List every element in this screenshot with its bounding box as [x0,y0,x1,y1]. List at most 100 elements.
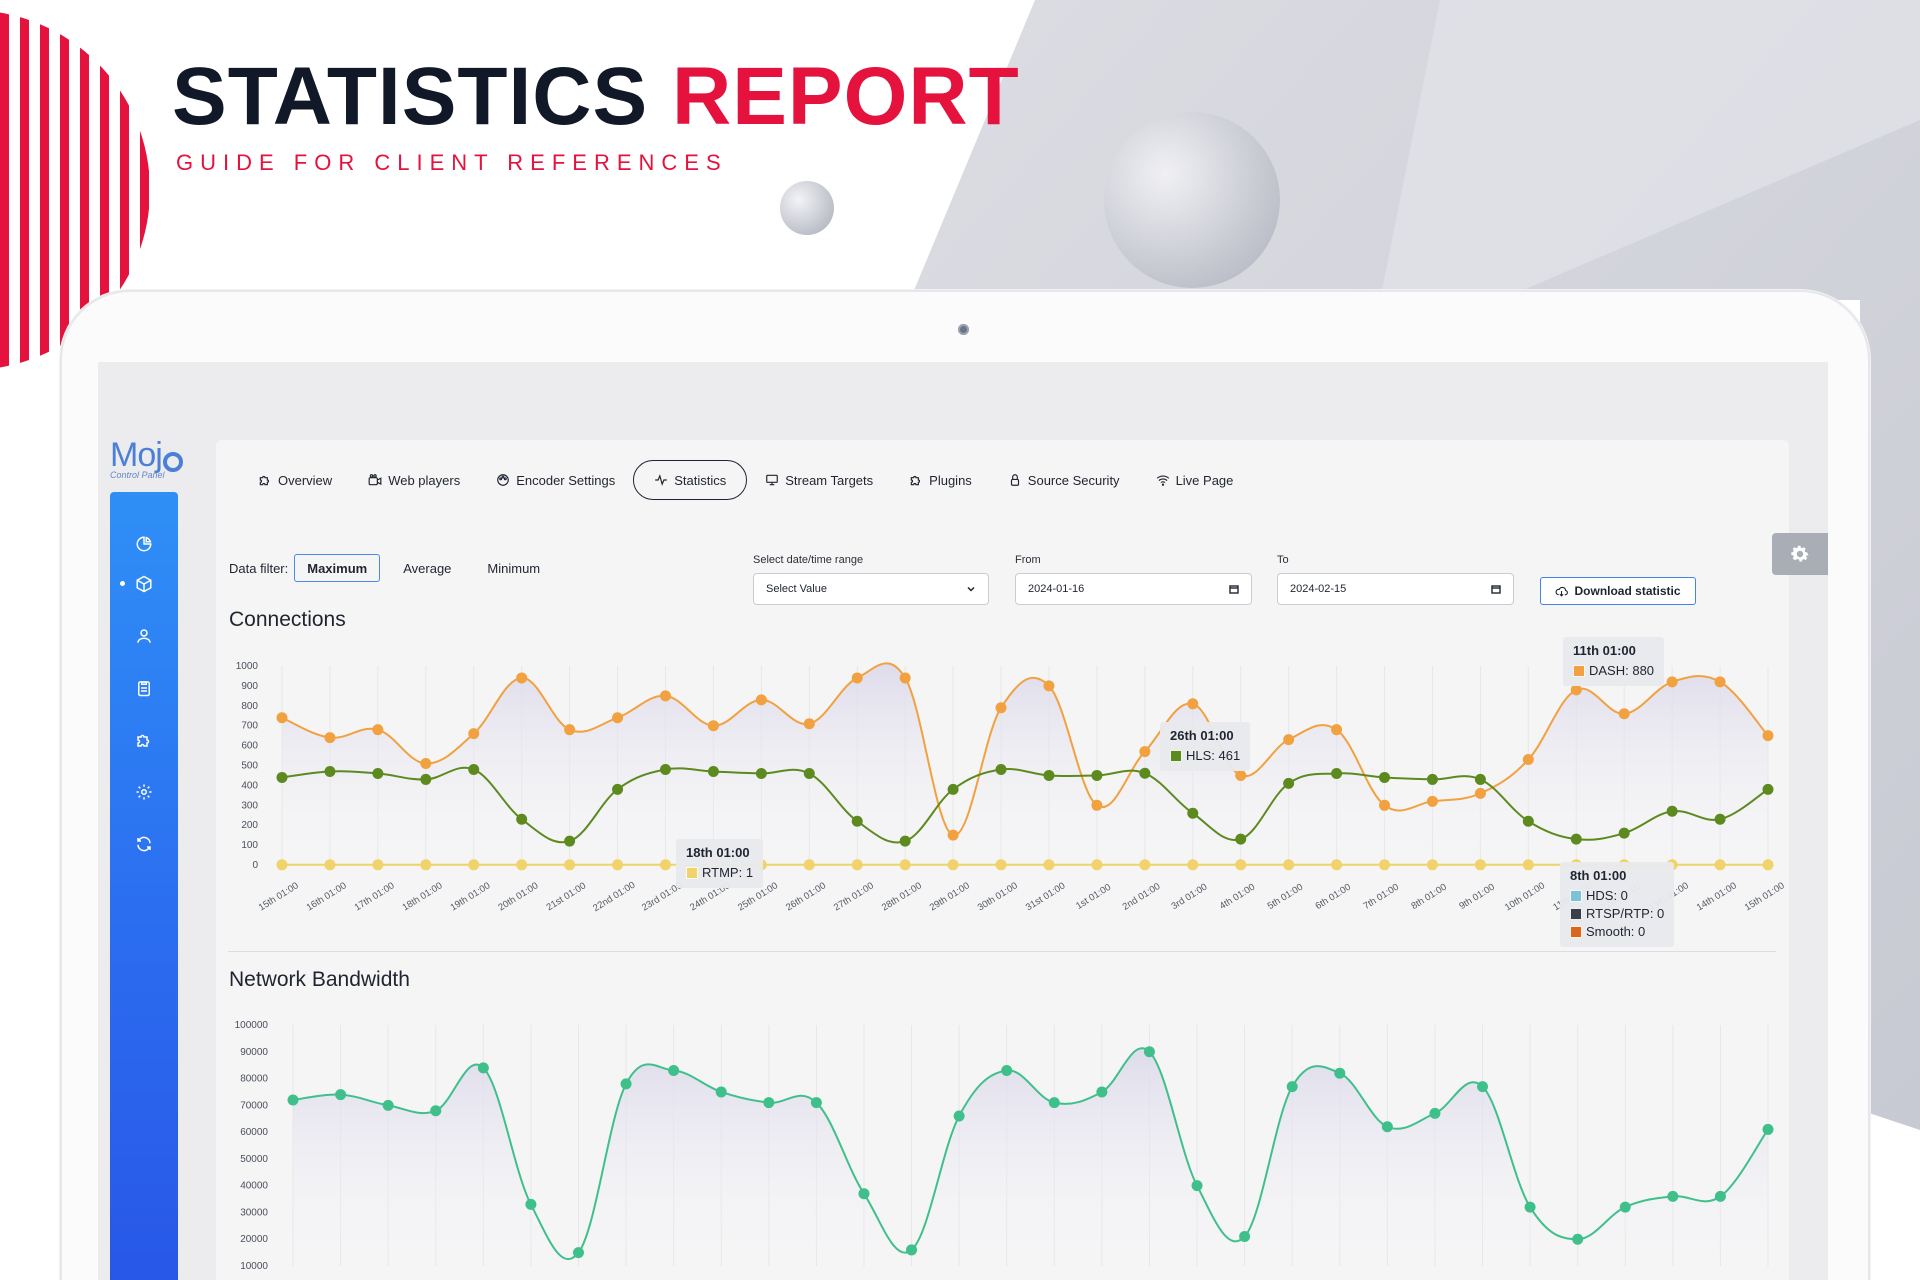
data-point-bandwidth[interactable] [1239,1231,1251,1243]
data-point-bandwidth[interactable] [1048,1097,1060,1109]
data-point-dash[interactable] [803,718,815,730]
data-point-bandwidth[interactable] [810,1097,822,1109]
data-point-hls[interactable] [612,783,624,795]
data-point-dash[interactable] [1522,754,1534,766]
data-point-dash[interactable] [707,720,719,732]
filter-average-button[interactable]: Average [390,554,464,582]
data-point-bandwidth[interactable] [668,1065,680,1077]
data-point-dash[interactable] [1570,684,1582,696]
data-point-rtmp[interactable] [372,859,384,871]
box-icon[interactable] [132,572,156,596]
data-point-bandwidth[interactable] [1429,1107,1441,1119]
tab-plugins[interactable]: Plugins [891,460,990,500]
tab-source-security[interactable]: Source Security [990,460,1138,500]
data-point-bandwidth[interactable] [1096,1086,1108,1098]
data-point-dash[interactable] [516,672,528,684]
data-point-dash[interactable] [1043,680,1055,692]
data-point-hls[interactable] [1522,815,1534,827]
gear-icon[interactable] [132,780,156,804]
data-point-hls[interactable] [803,767,815,779]
data-point-dash[interactable] [947,829,959,841]
data-point-dash[interactable] [1474,787,1486,799]
data-point-bandwidth[interactable] [1572,1233,1584,1245]
data-point-dash[interactable] [564,724,576,736]
data-point-hls[interactable] [659,763,671,775]
data-point-hls[interactable] [1570,833,1582,845]
data-point-dash[interactable] [899,672,911,684]
data-point-rtmp[interactable] [1379,859,1391,871]
tab-stream-targets[interactable]: Stream Targets [747,460,891,500]
puzzle-icon[interactable] [132,728,156,752]
data-point-rtmp[interactable] [1762,859,1774,871]
filter-maximum-button[interactable]: Maximum [294,554,381,582]
data-point-bandwidth[interactable] [430,1105,442,1117]
clipboard-icon[interactable] [132,676,156,700]
from-date-input[interactable]: 2024-01-16 [1015,573,1252,605]
pie-chart-icon[interactable] [132,532,156,556]
data-point-rtmp[interactable] [947,859,959,871]
data-point-rtmp[interactable] [899,859,911,871]
data-point-bandwidth[interactable] [1524,1201,1536,1213]
data-point-bandwidth[interactable] [620,1078,632,1090]
data-point-hls[interactable] [324,765,336,777]
data-point-hls[interactable] [947,783,959,795]
data-point-dash[interactable] [1139,746,1151,758]
data-point-dash[interactable] [995,702,1007,714]
data-point-bandwidth[interactable] [382,1099,394,1111]
data-point-bandwidth[interactable] [906,1244,918,1256]
data-point-hls[interactable] [564,835,576,847]
data-point-hls[interactable] [1762,783,1774,795]
tab-overview[interactable]: Overview [240,460,350,500]
user-icon[interactable] [132,624,156,648]
data-point-dash[interactable] [372,724,384,736]
data-point-dash[interactable] [276,712,288,724]
data-point-rtmp[interactable] [1235,859,1247,871]
data-point-bandwidth[interactable] [763,1097,775,1109]
data-point-hls[interactable] [1139,767,1151,779]
data-point-bandwidth[interactable] [1619,1201,1631,1213]
data-point-bandwidth[interactable] [1762,1123,1774,1135]
data-point-bandwidth[interactable] [287,1094,299,1106]
data-point-dash[interactable] [1714,676,1726,688]
data-point-bandwidth[interactable] [1477,1081,1489,1093]
settings-toggle-button[interactable] [1772,533,1828,575]
data-point-hls[interactable] [1714,813,1726,825]
data-point-rtmp[interactable] [1426,859,1438,871]
data-point-bandwidth[interactable] [1667,1190,1679,1202]
data-point-hls[interactable] [755,767,767,779]
data-point-rtmp[interactable] [1091,859,1103,871]
data-point-rtmp[interactable] [1283,859,1295,871]
tab-encoder-settings[interactable]: Encoder Settings [478,460,633,500]
data-point-dash[interactable] [1187,698,1199,710]
data-point-rtmp[interactable] [324,859,336,871]
data-point-hls[interactable] [372,767,384,779]
data-point-dash[interactable] [1235,769,1247,781]
data-point-rtmp[interactable] [276,859,288,871]
download-statistic-button[interactable]: Download statistic [1540,577,1696,605]
data-point-dash[interactable] [1618,708,1630,720]
data-point-bandwidth[interactable] [477,1062,489,1074]
data-point-dash[interactable] [420,758,432,770]
data-point-hls[interactable] [516,813,528,825]
data-point-bandwidth[interactable] [525,1198,537,1210]
data-point-rtmp[interactable] [659,859,671,871]
data-point-rtmp[interactable] [612,859,624,871]
app-logo[interactable]: Moj Control Panel [110,436,200,480]
data-point-rtmp[interactable] [1714,859,1726,871]
data-point-hls[interactable] [1331,767,1343,779]
filter-minimum-button[interactable]: Minimum [474,554,553,582]
data-point-rtmp[interactable] [1331,859,1343,871]
data-point-dash[interactable] [1426,795,1438,807]
data-point-hls[interactable] [1426,773,1438,785]
data-point-rtmp[interactable] [420,859,432,871]
data-point-bandwidth[interactable] [1381,1121,1393,1133]
data-point-rtmp[interactable] [1474,859,1486,871]
data-point-bandwidth[interactable] [1714,1190,1726,1202]
data-point-rtmp[interactable] [1139,859,1151,871]
data-point-bandwidth[interactable] [953,1110,965,1122]
data-point-rtmp[interactable] [564,859,576,871]
data-point-dash[interactable] [755,694,767,706]
data-point-dash[interactable] [851,672,863,684]
data-point-dash[interactable] [1666,676,1678,688]
data-point-bandwidth[interactable] [1334,1067,1346,1079]
